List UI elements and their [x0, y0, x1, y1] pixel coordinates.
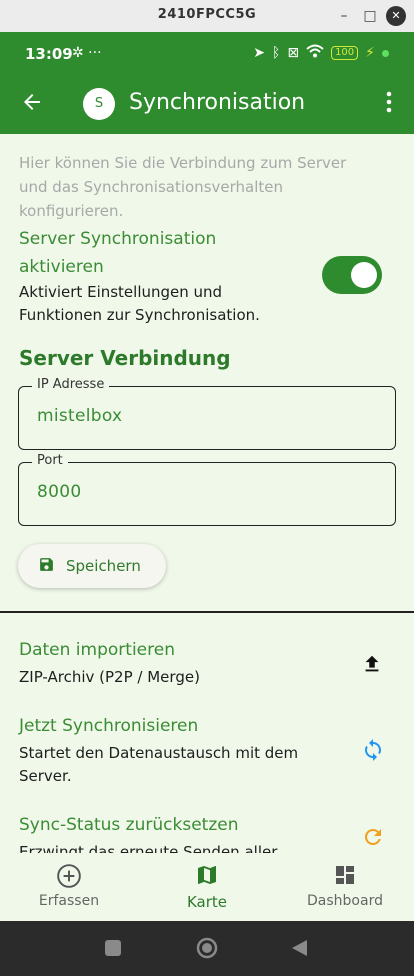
maximize-button[interactable]: □	[360, 6, 380, 26]
home-icon[interactable]	[196, 937, 218, 963]
close-button[interactable]: ✕	[386, 6, 406, 26]
server-connection-heading: Server Verbindung	[19, 346, 231, 370]
page-title: Synchronisation	[129, 90, 306, 115]
save-icon	[38, 556, 55, 573]
reset-sync-status-item[interactable]: Sync-Status zurücksetzen Erzwingt das er…	[0, 815, 414, 853]
sync-now-title: Jetzt Synchronisieren	[19, 716, 199, 736]
intro-text: Hier können Sie die Verbindung zum Serve…	[19, 154, 347, 220]
ip-address-label: IP Adresse	[32, 377, 110, 392]
port-label: Port	[32, 453, 68, 468]
bottom-navigation: Erfassen Karte Dashboard	[0, 853, 414, 921]
port-value[interactable]: 8000	[37, 482, 81, 502]
toggle-knob	[351, 262, 377, 288]
nav-karte-label: Karte	[186, 893, 228, 911]
reset-sync-status-title: Sync-Status zurücksetzen	[19, 815, 239, 835]
nav-karte[interactable]: Karte	[147, 863, 267, 911]
save-button-label: Speichern	[66, 557, 141, 575]
dashboard-icon	[285, 863, 405, 891]
map-icon	[147, 863, 267, 891]
refresh-icon	[361, 825, 385, 853]
settings-content: Hier können Sie die Verbindung zum Serve…	[0, 134, 414, 853]
system-navigation-bar	[0, 921, 414, 976]
more-vert-icon[interactable]	[386, 91, 392, 118]
save-button[interactable]: Speichern	[18, 544, 166, 588]
sync-toggle-title: Server Synchronisation aktivieren	[19, 229, 217, 277]
back-nav-icon[interactable]	[291, 939, 308, 961]
status-time: 13:09	[25, 45, 73, 63]
import-data-description: ZIP-Archiv (P2P / Merge)	[19, 668, 200, 686]
nav-erfassen[interactable]: Erfassen	[9, 863, 129, 909]
nav-dashboard-label: Dashboard	[307, 893, 383, 909]
sync-now-description: Startet den Datenaustausch mit dem Serve…	[19, 744, 299, 785]
add-circle-icon	[9, 863, 129, 891]
battery-icon: 100	[331, 46, 359, 60]
bluetooth-icon: ᛒ	[271, 45, 281, 61]
ip-address-field[interactable]: IP Adresse mistelbox	[18, 377, 396, 450]
reset-sync-status-description: Erzwingt das erneute Senden aller Daten	[19, 843, 278, 853]
avatar: S	[83, 88, 115, 120]
port-field[interactable]: Port 8000	[18, 453, 396, 526]
nav-dashboard[interactable]: Dashboard	[285, 863, 405, 909]
status-extra-icons: ✲ ···	[72, 45, 102, 61]
status-icons: ➤ ᛒ ⊠ 100 ⚡	[253, 44, 389, 62]
back-arrow-icon[interactable]	[20, 90, 44, 120]
window-titlebar: 2410FPCC5G – □ ✕	[0, 0, 414, 33]
import-data-item[interactable]: Daten importieren ZIP-Archiv (P2P / Merg…	[0, 640, 414, 700]
import-data-title: Daten importieren	[19, 640, 175, 660]
charging-icon: ⚡	[365, 45, 375, 61]
location-icon: ➤	[253, 45, 265, 61]
indicator-dot-icon	[382, 49, 389, 57]
nav-erfassen-label: Erfassen	[38, 893, 100, 909]
sync-icon	[361, 738, 385, 766]
sync-now-item[interactable]: Jetzt Synchronisieren Startet den Datena…	[0, 716, 414, 790]
wifi-icon	[306, 44, 324, 62]
app-bar: S Synchronisation	[0, 76, 414, 134]
upload-icon	[361, 653, 383, 679]
recents-icon[interactable]	[105, 940, 121, 960]
sim-icon: ⊠	[287, 45, 300, 61]
sync-toggle-switch[interactable]	[322, 256, 382, 294]
minimize-button[interactable]: –	[334, 6, 354, 26]
status-bar: 13:09 ✲ ··· ➤ ᛒ ⊠ 100 ⚡	[0, 32, 414, 76]
section-divider	[0, 611, 414, 613]
ip-address-value[interactable]: mistelbox	[37, 406, 122, 426]
sync-toggle-description: Aktiviert Einstellungen und Funktionen z…	[19, 283, 260, 324]
